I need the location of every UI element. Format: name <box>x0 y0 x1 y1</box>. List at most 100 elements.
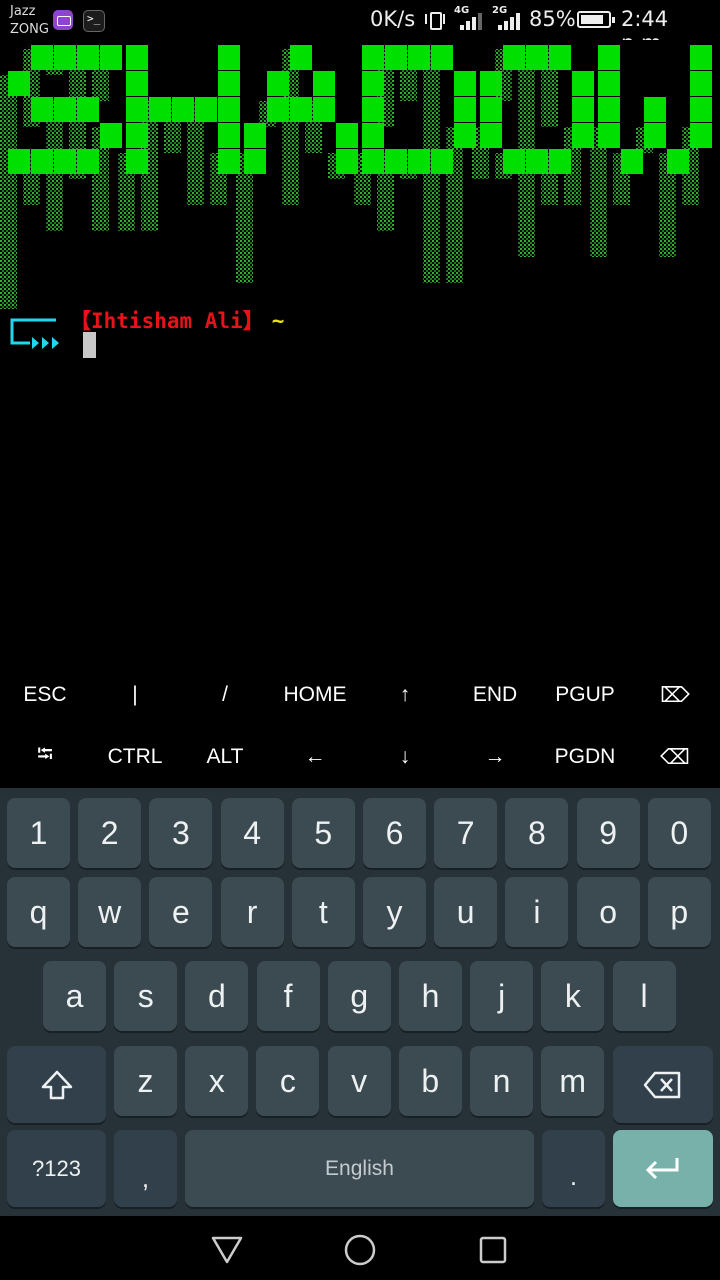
number-key-4[interactable]: 4 <box>220 798 284 868</box>
banner-block <box>77 149 99 174</box>
extra-key-arrow-left[interactable]: ← <box>270 727 360 787</box>
letter-key-d[interactable]: d <box>185 961 249 1031</box>
number-key-3[interactable]: 3 <box>149 798 213 868</box>
letter-key-s[interactable]: s <box>114 961 178 1031</box>
banner-block <box>526 149 548 174</box>
banner-block <box>126 71 148 96</box>
banner-block <box>218 149 240 174</box>
letter-key-t[interactable]: t <box>291 877 355 947</box>
network-speed: 0K/s <box>370 7 416 31</box>
letter-key-m[interactable]: m <box>541 1046 605 1116</box>
banner-block <box>126 97 148 122</box>
extra-key-arrow-right[interactable]: → <box>450 727 540 787</box>
home-circle-icon[interactable] <box>340 1230 380 1270</box>
extra-key-slash[interactable]: / <box>180 665 270 725</box>
number-key-8[interactable]: 8 <box>505 798 569 868</box>
letter-key-a[interactable]: a <box>43 961 106 1031</box>
banner-block <box>572 71 594 96</box>
back-triangle-icon[interactable] <box>207 1230 247 1270</box>
battery-percent: 85% <box>529 7 576 31</box>
delete-key[interactable] <box>613 1046 713 1123</box>
banner-block <box>31 97 53 122</box>
letter-key-c[interactable]: c <box>256 1046 320 1116</box>
extra-key-forward-delete[interactable]: ⌦ <box>630 665 720 725</box>
banner-block <box>598 71 620 96</box>
letter-key-o[interactable]: o <box>576 877 640 947</box>
extra-key-alt[interactable]: ALT <box>180 727 270 787</box>
banner-block <box>313 71 335 96</box>
letter-key-r[interactable]: r <box>220 877 284 947</box>
number-key-0[interactable]: 0 <box>647 798 711 868</box>
prompt-directory: ~ <box>271 309 285 333</box>
extra-key-ctrl[interactable]: CTRL <box>90 727 180 787</box>
banner-block <box>336 149 358 174</box>
number-key-6[interactable]: 6 <box>363 798 426 868</box>
letter-key-q[interactable]: q <box>7 877 70 947</box>
letter-key-x[interactable]: x <box>185 1046 249 1116</box>
banner-block <box>100 123 122 148</box>
carrier-2-label: ZONG <box>10 22 49 37</box>
extra-key-tab[interactable]: ⭾ <box>0 727 90 787</box>
extra-key-arrow-up[interactable]: ↑ <box>360 665 450 725</box>
letter-key-j[interactable]: j <box>470 961 534 1031</box>
extra-key-esc[interactable]: ESC <box>0 665 90 725</box>
number-key-5[interactable]: 5 <box>291 798 355 868</box>
banner-block <box>362 97 384 122</box>
enter-key[interactable] <box>613 1130 713 1207</box>
banner-block <box>690 71 712 96</box>
extra-key-home[interactable]: HOME <box>270 665 360 725</box>
banner-block <box>408 45 430 70</box>
banner-block <box>503 45 525 70</box>
letter-key-k[interactable]: k <box>541 961 605 1031</box>
banner-block <box>385 45 407 70</box>
letter-key-b[interactable]: b <box>398 1046 462 1116</box>
number-key-9[interactable]: 9 <box>576 798 640 868</box>
shift-icon <box>41 1070 72 1099</box>
banner-block <box>385 149 407 174</box>
enter-icon <box>645 1157 679 1179</box>
extra-key-pgup[interactable]: PGUP <box>540 665 630 725</box>
terminal-view[interactable]: 【Ihtisham Ali】 ~ <box>0 40 720 665</box>
period-key[interactable]: . <box>542 1130 605 1207</box>
number-key-1[interactable]: 1 <box>7 798 70 868</box>
letter-key-l[interactable]: l <box>612 961 676 1031</box>
banner-block <box>31 45 53 70</box>
prompt-arrow-icon <box>10 318 59 349</box>
letter-key-h[interactable]: h <box>399 961 462 1031</box>
banner-block <box>290 45 312 70</box>
extra-key-end[interactable]: END <box>450 665 540 725</box>
letter-key-v[interactable]: v <box>327 1046 391 1116</box>
extra-key-backspace[interactable]: ⌫ <box>630 727 720 787</box>
banner-block <box>218 71 240 96</box>
extra-key-pipe[interactable]: | <box>90 665 180 725</box>
letter-key-u[interactable]: u <box>434 877 498 947</box>
number-key-7[interactable]: 7 <box>434 798 498 868</box>
recents-square-icon[interactable] <box>473 1230 513 1270</box>
letter-key-n[interactable]: n <box>470 1046 533 1116</box>
extra-key-arrow-down[interactable]: ↓ <box>360 727 450 787</box>
comma-key[interactable]: , <box>114 1130 177 1207</box>
banner-block <box>54 97 76 122</box>
letter-key-w[interactable]: w <box>78 877 142 947</box>
number-key-2[interactable]: 2 <box>78 798 142 868</box>
letter-key-z[interactable]: z <box>114 1046 177 1116</box>
extra-key-pgdn[interactable]: PGDN <box>540 727 630 787</box>
letter-key-g[interactable]: g <box>327 961 391 1031</box>
vibrate-icon <box>424 9 446 30</box>
letter-key-i[interactable]: i <box>505 877 569 947</box>
symbols-key[interactable]: ?123 <box>7 1130 106 1207</box>
banner-block <box>526 45 548 70</box>
letter-key-p[interactable]: p <box>647 877 711 947</box>
banner-block <box>572 123 594 148</box>
banner-block <box>31 149 53 174</box>
extra-keys-bar: ESC | / HOME ↑ END PGUP ⌦ ⭾ CTRL ALT ← ↓ → PGDN ⌫ <box>0 665 720 788</box>
letter-key-f[interactable]: f <box>256 961 320 1031</box>
space-key[interactable]: English <box>185 1130 534 1207</box>
letter-key-e[interactable]: e <box>149 877 213 947</box>
banner-block <box>431 149 453 174</box>
banner-block <box>598 97 620 122</box>
banner-block <box>621 149 643 174</box>
banner-block <box>267 97 289 122</box>
shift-key[interactable] <box>7 1046 106 1123</box>
letter-key-y[interactable]: y <box>363 877 426 947</box>
